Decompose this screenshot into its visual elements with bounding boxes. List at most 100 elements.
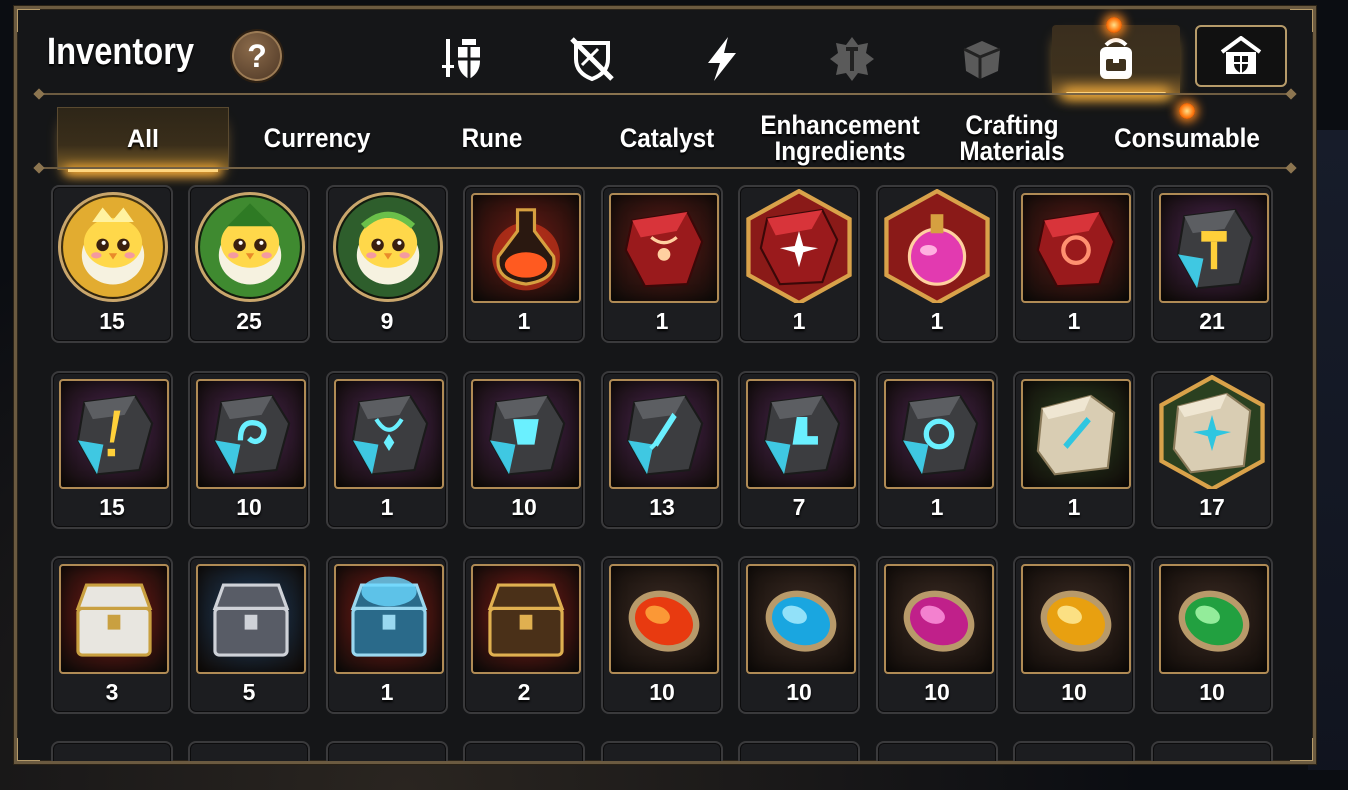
tab-crystal[interactable] xyxy=(932,27,1032,91)
item-quantity: 1 xyxy=(1067,308,1081,334)
item-slot[interactable]: 1 xyxy=(876,185,998,343)
help-button[interactable]: ? xyxy=(230,29,284,83)
item-slot[interactable]: 1 xyxy=(1013,371,1135,529)
item-slot-partial[interactable] xyxy=(51,741,173,761)
item-slot[interactable]: 10 xyxy=(1151,556,1273,714)
item-frame xyxy=(1021,193,1131,303)
item-slot[interactable]: 2 xyxy=(463,556,585,714)
item-slot[interactable]: 1 xyxy=(738,185,860,343)
item-slot-partial[interactable] xyxy=(738,741,860,761)
item-slot[interactable]: 25 xyxy=(188,185,310,343)
white-chest-icon xyxy=(61,566,167,672)
item-quantity: 10 xyxy=(511,494,537,520)
lightning-icon xyxy=(708,37,736,81)
tab-energy[interactable] xyxy=(672,27,772,91)
tab-artifact[interactable] xyxy=(542,27,642,91)
red-pendant-gem-icon xyxy=(611,195,717,301)
item-frame xyxy=(334,379,444,489)
item-frame xyxy=(1159,193,1269,303)
item-quantity: 25 xyxy=(236,308,262,334)
item-quantity: 1 xyxy=(380,494,394,520)
gold-chick-coin-icon xyxy=(61,195,165,299)
item-frame xyxy=(1159,564,1269,674)
item-quantity: 13 xyxy=(649,494,675,520)
item-slot[interactable]: 10 xyxy=(876,556,998,714)
item-slot[interactable]: 1 xyxy=(463,185,585,343)
item-slot[interactable]: 10 xyxy=(601,556,723,714)
item-slot[interactable]: 7 xyxy=(738,371,860,529)
item-quantity: 7 xyxy=(792,494,806,520)
subtab-rune[interactable]: Rune xyxy=(416,107,569,169)
item-frame xyxy=(1159,375,1265,489)
item-slot[interactable]: 10 xyxy=(188,371,310,529)
item-frame xyxy=(609,193,719,303)
item-frame xyxy=(746,379,856,489)
tab-inventory[interactable] xyxy=(1052,17,1180,95)
item-slot[interactable]: 17 xyxy=(1151,371,1273,529)
item-quantity: 3 xyxy=(105,679,119,705)
item-frame xyxy=(334,564,444,674)
shield-house-icon xyxy=(1220,36,1262,74)
frame-corner xyxy=(17,738,40,761)
broken-shield-icon xyxy=(570,37,614,82)
item-frame xyxy=(884,379,994,489)
item-slot[interactable]: 1 xyxy=(326,556,448,714)
item-slot[interactable]: 10 xyxy=(738,556,860,714)
item-quantity: 1 xyxy=(930,308,944,334)
necklace-stone-icon xyxy=(336,381,442,487)
item-quantity: 10 xyxy=(649,679,675,705)
subtab-all[interactable]: All xyxy=(57,107,229,172)
item-frame xyxy=(195,192,305,302)
item-slot[interactable]: 10 xyxy=(1013,556,1135,714)
item-slot-partial[interactable] xyxy=(326,741,448,761)
item-quantity: 9 xyxy=(380,308,394,334)
item-quantity: 15 xyxy=(99,494,125,520)
notification-dot xyxy=(1179,103,1195,119)
subtab-crafting-materials[interactable]: Crafting Materials xyxy=(936,107,1089,169)
tab-equipment[interactable] xyxy=(412,27,512,91)
item-slot[interactable]: 1 xyxy=(876,371,998,529)
subtab-catalyst[interactable]: Catalyst xyxy=(591,107,744,169)
red-star-gem-icon xyxy=(746,193,852,299)
gold-chest-icon xyxy=(473,566,579,672)
item-slot[interactable]: 21 xyxy=(1151,185,1273,343)
star-tablet-icon xyxy=(1159,379,1265,485)
ice-catalyst-icon xyxy=(748,566,854,672)
item-slot[interactable]: 3 xyxy=(51,556,173,714)
item-quantity: 17 xyxy=(1199,494,1225,520)
item-slot[interactable]: 1 xyxy=(1013,185,1135,343)
item-slot[interactable]: 15 xyxy=(51,185,173,343)
item-slot-partial[interactable] xyxy=(463,741,585,761)
item-slot-partial[interactable] xyxy=(188,741,310,761)
item-quantity: 2 xyxy=(517,679,531,705)
item-slot[interactable]: 1 xyxy=(601,185,723,343)
item-frame xyxy=(471,564,581,674)
item-quantity: 15 xyxy=(99,308,125,334)
item-quantity: 10 xyxy=(924,679,950,705)
item-slot-partial[interactable] xyxy=(1013,741,1135,761)
hammer-stone-icon xyxy=(1161,195,1267,301)
item-slot[interactable]: 10 xyxy=(463,371,585,529)
item-quantity: 1 xyxy=(1067,494,1081,520)
crystal-cube-icon xyxy=(963,41,1001,79)
item-frame xyxy=(884,564,994,674)
green-chick-coin-icon xyxy=(198,195,302,299)
subtab-enhancement-ingredients[interactable]: Enhancement Ingredients xyxy=(760,107,919,169)
red-flask-icon xyxy=(473,195,579,301)
page-title: Inventory xyxy=(47,31,195,73)
tab-rune-emblem[interactable] xyxy=(802,27,902,91)
item-slot[interactable]: 5 xyxy=(188,556,310,714)
item-slot-partial[interactable] xyxy=(601,741,723,761)
item-slot-partial[interactable] xyxy=(876,741,998,761)
sword-stone-icon xyxy=(611,381,717,487)
item-slot[interactable]: 15 xyxy=(51,371,173,529)
storage-button[interactable] xyxy=(1195,25,1287,87)
item-slot[interactable]: 9 xyxy=(326,185,448,343)
header-divider xyxy=(33,88,1297,100)
item-slot-partial[interactable] xyxy=(1151,741,1273,761)
item-frame xyxy=(609,564,719,674)
item-slot[interactable]: 1 xyxy=(326,371,448,529)
item-slot[interactable]: 13 xyxy=(601,371,723,529)
subtab-currency[interactable]: Currency xyxy=(241,107,394,169)
item-frame xyxy=(196,564,306,674)
